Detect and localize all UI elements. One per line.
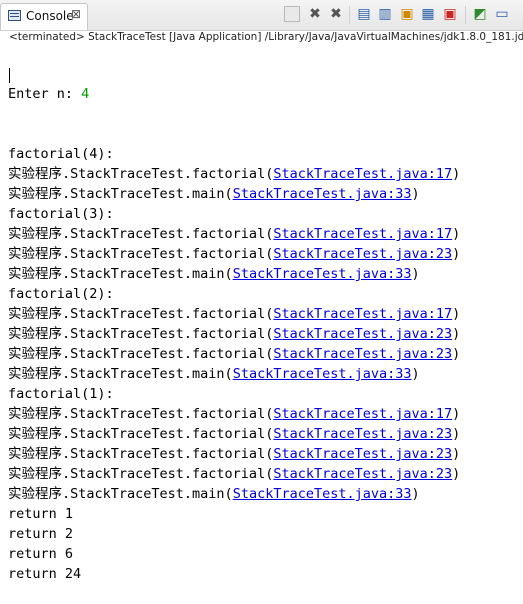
stop-icon[interactable]	[284, 6, 300, 22]
console-output[interactable]: Enter n: 4 factorial(4): 实验程序.StackTraceT…	[8, 44, 523, 604]
source-location-link[interactable]: StackTraceTest.java:23	[273, 446, 452, 462]
stack-trace-line: 实验程序.StackTraceTest.factorial(StackTrace…	[8, 464, 523, 484]
console-icon	[8, 10, 21, 21]
stack-frame-close-paren: )	[452, 426, 461, 442]
source-location-link[interactable]: StackTraceTest.java:17	[273, 166, 452, 182]
stack-frame-close-paren: )	[411, 266, 420, 282]
input-prompt-line: Enter n: 4	[8, 84, 523, 104]
show-on-stdout-icon[interactable]: ▣	[399, 6, 415, 22]
prompt-label: Enter n:	[8, 86, 82, 102]
stack-frame-method: 实验程序.StackTraceTest.factorial(	[8, 246, 274, 262]
stack-frame-close-paren: )	[452, 346, 461, 362]
stack-frame-close-paren: )	[452, 326, 461, 342]
scroll-lock-icon[interactable]: ▤	[356, 6, 372, 22]
output-line: factorial(3):	[8, 206, 114, 222]
stack-frame-close-paren: )	[411, 366, 420, 382]
stack-frame-method: 实验程序.StackTraceTest.factorial(	[8, 346, 274, 362]
stack-frame-close-paren: )	[411, 486, 420, 502]
output-line: return 24	[8, 566, 82, 582]
stack-frame-method: 实验程序.StackTraceTest.main(	[8, 486, 233, 502]
remove-launch-icon[interactable]: ✖	[307, 6, 323, 22]
stack-trace-line: 实验程序.StackTraceTest.factorial(StackTrace…	[8, 404, 523, 424]
source-location-link[interactable]: StackTraceTest.java:23	[273, 326, 452, 342]
stack-frame-method: 实验程序.StackTraceTest.factorial(	[8, 326, 274, 342]
source-location-link[interactable]: StackTraceTest.java:23	[273, 466, 452, 482]
source-location-link[interactable]: StackTraceTest.java:23	[273, 346, 452, 362]
output-line: return 1	[8, 506, 74, 522]
source-location-link[interactable]: StackTraceTest.java:33	[233, 186, 412, 202]
source-location-link[interactable]: StackTraceTest.java:33	[233, 366, 412, 382]
console-tab-bar: Console ⊠ ✖ ✖ ▤ ▥ ▣ ▦ ▣ ◩ ▭	[0, 0, 523, 31]
source-location-link[interactable]: StackTraceTest.java:23	[273, 426, 452, 442]
output-line: factorial(1):	[8, 386, 114, 402]
launch-status-line: <terminated> StackTraceTest [Java Applic…	[9, 31, 523, 43]
stack-frame-close-paren: )	[452, 466, 461, 482]
user-input-value: 4	[81, 86, 90, 102]
stack-frame-method: 实验程序.StackTraceTest.factorial(	[8, 226, 274, 242]
stack-frame-close-paren: )	[452, 446, 461, 462]
stack-trace-line: 实验程序.StackTraceTest.factorial(StackTrace…	[8, 444, 523, 464]
output-line: factorial(4):	[8, 146, 114, 162]
stack-frame-close-paren: )	[452, 306, 461, 322]
stack-trace-line: 实验程序.StackTraceTest.main(StackTraceTest.…	[8, 484, 523, 504]
output-line: return 6	[8, 546, 74, 562]
stack-frame-method: 实验程序.StackTraceTest.main(	[8, 366, 233, 382]
stack-trace-line: 实验程序.StackTraceTest.main(StackTraceTest.…	[8, 364, 523, 384]
source-location-link[interactable]: StackTraceTest.java:17	[273, 406, 452, 422]
source-location-link[interactable]: StackTraceTest.java:33	[233, 266, 412, 282]
output-line: return 2	[8, 526, 74, 542]
stack-frame-method: 实验程序.StackTraceTest.factorial(	[8, 446, 274, 462]
pin-console-icon[interactable]: ▣	[442, 6, 458, 22]
stack-trace-line: 实验程序.StackTraceTest.factorial(StackTrace…	[8, 164, 523, 184]
stack-trace-line: 实验程序.StackTraceTest.factorial(StackTrace…	[8, 224, 523, 244]
stack-frame-method: 实验程序.StackTraceTest.factorial(	[8, 406, 274, 422]
show-on-stderr-icon[interactable]: ▦	[420, 6, 436, 22]
toolbar-separator	[349, 6, 350, 24]
stack-trace-line: 实验程序.StackTraceTest.factorial(StackTrace…	[8, 424, 523, 444]
stack-frame-method: 实验程序.StackTraceTest.main(	[8, 186, 233, 202]
close-tab-icon[interactable]: ⊠	[71, 7, 81, 21]
stack-frame-close-paren: )	[452, 246, 461, 262]
stack-trace-line: 实验程序.StackTraceTest.factorial(StackTrace…	[8, 324, 523, 344]
output-lines: factorial(4): 实验程序.StackTraceTest.factori…	[8, 144, 523, 584]
tab-console-label: Console	[26, 9, 74, 23]
stack-trace-line: 实验程序.StackTraceTest.main(StackTraceTest.…	[8, 264, 523, 284]
stack-frame-method: 实验程序.StackTraceTest.main(	[8, 266, 233, 282]
stack-frame-method: 实验程序.StackTraceTest.factorial(	[8, 426, 274, 442]
remove-all-icon[interactable]: ✖	[328, 6, 344, 22]
stack-trace-line: 实验程序.StackTraceTest.main(StackTraceTest.…	[8, 184, 523, 204]
stack-trace-line: 实验程序.StackTraceTest.factorial(StackTrace…	[8, 344, 523, 364]
new-console-icon[interactable]: ▭	[494, 6, 510, 22]
stack-trace-line: 实验程序.StackTraceTest.factorial(StackTrace…	[8, 304, 523, 324]
stack-frame-method: 实验程序.StackTraceTest.factorial(	[8, 306, 274, 322]
source-location-link[interactable]: StackTraceTest.java:23	[273, 246, 452, 262]
stack-frame-close-paren: )	[452, 406, 461, 422]
stack-frame-close-paren: )	[411, 186, 420, 202]
stack-frame-close-paren: )	[452, 226, 461, 242]
stack-frame-method: 实验程序.StackTraceTest.factorial(	[8, 166, 274, 182]
text-caret	[9, 68, 10, 83]
stack-frame-method: 实验程序.StackTraceTest.factorial(	[8, 466, 274, 482]
output-line: factorial(2):	[8, 286, 114, 302]
source-location-link[interactable]: StackTraceTest.java:17	[273, 306, 452, 322]
source-location-link[interactable]: StackTraceTest.java:17	[273, 226, 452, 242]
stack-frame-close-paren: )	[452, 166, 461, 182]
tab-console[interactable]: Console ⊠	[0, 3, 88, 30]
source-location-link[interactable]: StackTraceTest.java:33	[233, 486, 412, 502]
display-console-icon[interactable]: ◩	[472, 6, 488, 22]
stack-trace-line: 实验程序.StackTraceTest.factorial(StackTrace…	[8, 244, 523, 264]
toolbar-separator	[465, 6, 466, 24]
word-wrap-icon[interactable]: ▥	[377, 6, 393, 22]
